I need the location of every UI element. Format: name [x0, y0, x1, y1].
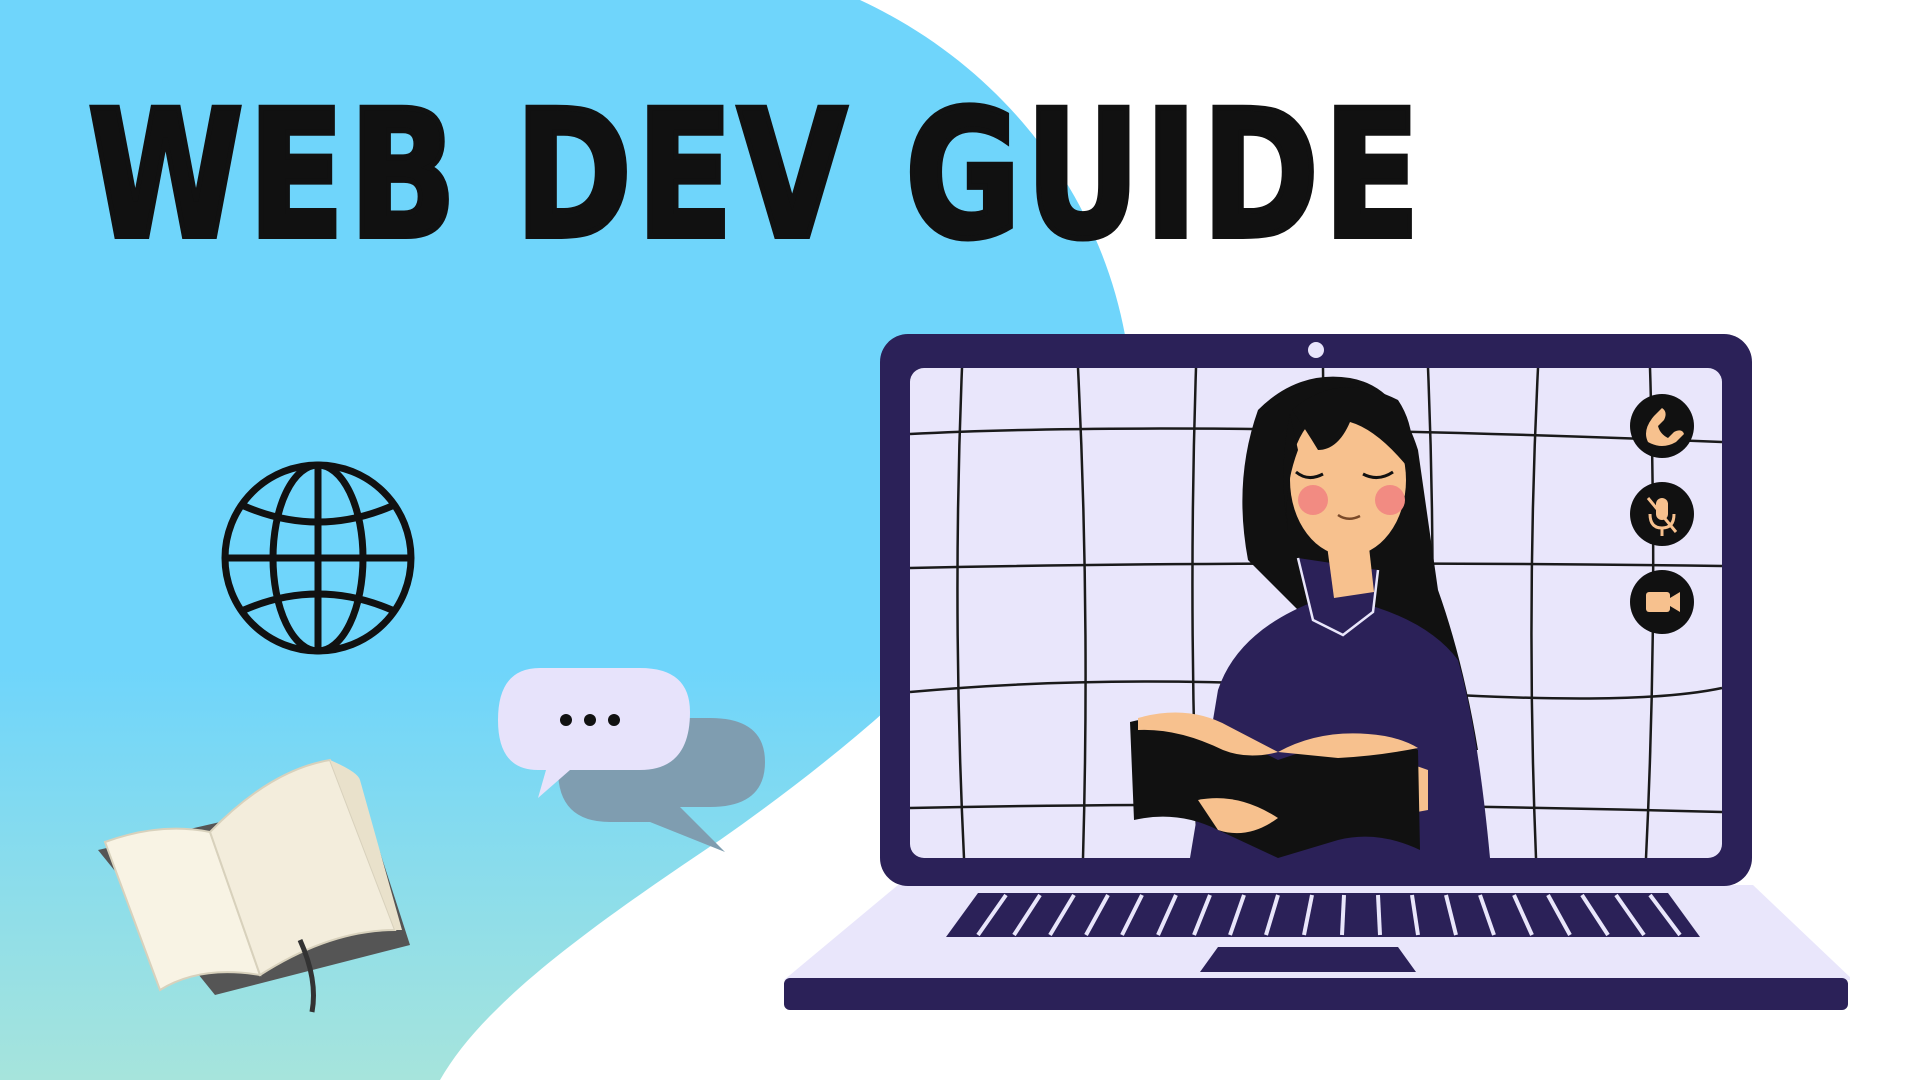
page-title: WEB DEV GUIDE — [86, 73, 1425, 278]
call-button[interactable] — [1630, 394, 1694, 458]
video-button[interactable] — [1630, 570, 1694, 634]
laptop-icon — [784, 334, 1850, 1010]
typing-dots-icon — [560, 714, 620, 726]
globe-icon — [221, 461, 415, 655]
chat-bubble-icon — [498, 668, 765, 852]
mute-button[interactable] — [1630, 482, 1694, 546]
webcam-icon — [1308, 342, 1324, 358]
laptop-trackpad — [1200, 947, 1416, 972]
open-book-icon — [98, 758, 410, 1013]
laptop-keyboard — [946, 893, 1700, 937]
